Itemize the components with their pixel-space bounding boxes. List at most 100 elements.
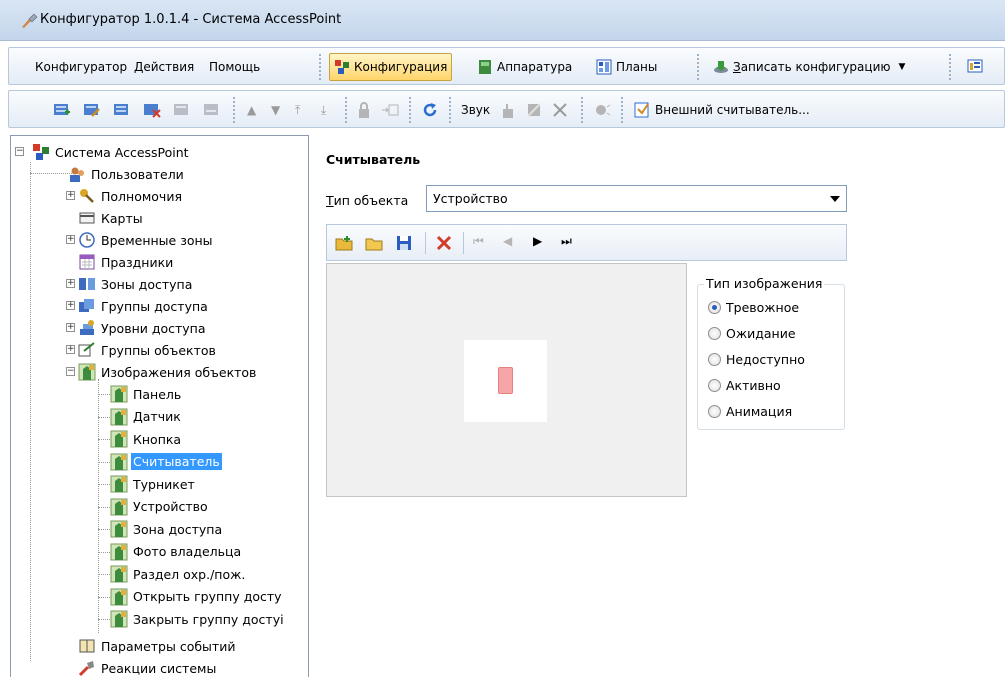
access-zones-icon: [79, 278, 95, 290]
lock-icon: [359, 102, 369, 118]
image-type-group-label: Тип изображения: [704, 276, 825, 291]
radio-button[interactable]: [708, 352, 721, 366]
tree-item-object-image[interactable]: Закрыть группу достуі: [110, 608, 286, 630]
external-reader-button[interactable]: Внешний считыватель...: [655, 103, 810, 117]
chevron-down-icon[interactable]: ▼: [898, 62, 905, 72]
delete-icon[interactable]: [435, 234, 453, 252]
menu-separator: [319, 54, 321, 80]
edit-record-icon[interactable]: [83, 101, 101, 119]
tree-expander[interactable]: +: [66, 345, 75, 354]
tree-connector: [98, 506, 110, 508]
tab-hardware[interactable]: Аппаратура: [473, 53, 576, 81]
reader-image: [498, 367, 513, 394]
menu-actions[interactable]: Действия: [134, 60, 194, 74]
insert-record-icon[interactable]: [113, 101, 131, 119]
tree-item-object-groups[interactable]: Группы объектов: [78, 339, 218, 361]
tree-item-object-image[interactable]: Панель: [110, 383, 183, 405]
tree-item-users[interactable]: Пользователи: [68, 163, 186, 185]
tree-expander[interactable]: +: [66, 323, 75, 332]
last-frame-icon[interactable]: ⏭: [561, 234, 572, 249]
image-type-radio[interactable]: Тревожное: [708, 298, 799, 316]
image-type-radio[interactable]: Активно: [708, 376, 781, 394]
add-folder-icon[interactable]: [335, 234, 353, 252]
tree-expander[interactable]: +: [66, 279, 75, 288]
object-image-icon: [110, 520, 128, 538]
tree-item-object-image[interactable]: Турникет: [110, 473, 197, 495]
info-icon[interactable]: [967, 58, 983, 74]
tree-item-access-levels[interactable]: Уровни доступа: [78, 317, 208, 339]
tree-item-event-params[interactable]: Параметры событий: [78, 635, 237, 657]
radio-button[interactable]: [708, 378, 721, 392]
object-type-value: Устройство: [433, 191, 508, 206]
image-type-radio[interactable]: Недоступно: [708, 350, 805, 368]
previous-frame-icon: ◀: [503, 234, 513, 248]
object-image-icon: [110, 430, 128, 448]
sound-label[interactable]: Звук: [461, 103, 490, 117]
tree-expander[interactable]: −: [15, 147, 24, 156]
add-record-icon[interactable]: [53, 101, 71, 119]
cards-icon: [79, 212, 95, 224]
delete-record-icon[interactable]: [143, 101, 161, 119]
move-down-icon: ▼: [271, 103, 281, 117]
image-preview-area: [326, 263, 687, 497]
object-images-icon: [78, 363, 96, 381]
write-config-button[interactable]: Записать конфигурацию ▼: [709, 53, 909, 81]
object-image-icon: [110, 498, 128, 515]
tree-root[interactable]: Система AccessPoint: [32, 141, 191, 163]
tree-connector: [98, 484, 110, 485]
plans-icon: [596, 59, 612, 75]
menu-help[interactable]: Помощь: [209, 60, 260, 74]
tree-item-object-image[interactable]: Зона доступа: [110, 518, 224, 540]
hand-icon: [503, 104, 513, 118]
tree-item-holidays[interactable]: Праздники: [78, 251, 175, 273]
tree-item-access-groups[interactable]: Группы доступа: [78, 295, 210, 317]
tab-plans[interactable]: Планы: [592, 53, 661, 81]
tree-connector: [98, 619, 110, 620]
tree-item-system-reactions[interactable]: Реакции системы: [78, 657, 218, 677]
radio-button[interactable]: [708, 404, 721, 418]
tree-item-object-image[interactable]: Датчик: [110, 406, 183, 428]
paste-record-icon: [204, 104, 218, 115]
title-bar: Конфигуратор 1.0.1.4 - Система AccessPoi…: [0, 0, 1005, 41]
tree-item-permissions[interactable]: Полномочия: [78, 185, 184, 207]
menu-separator: [697, 54, 699, 80]
tree-item-object-image[interactable]: Устройство: [110, 496, 210, 518]
radio-button[interactable]: [708, 300, 721, 314]
radio-button[interactable]: [708, 326, 721, 340]
play-icon[interactable]: ▶: [533, 234, 542, 248]
chevron-down-icon[interactable]: [830, 196, 840, 202]
menu-configurator[interactable]: Конфигуратор: [35, 60, 127, 74]
object-image-icon: [110, 565, 128, 583]
tree-expander[interactable]: +: [66, 235, 75, 244]
refresh-icon[interactable]: [421, 101, 439, 119]
tree-expander[interactable]: −: [66, 367, 75, 376]
object-groups-icon: [78, 342, 95, 357]
main-menu-bar: Конфигуратор Действия Помощь Конфигураци…: [8, 47, 1005, 85]
tree-item-cards[interactable]: Карты: [78, 207, 145, 229]
open-folder-icon[interactable]: [365, 234, 383, 252]
tree-item-access-zones[interactable]: Зоны доступа: [78, 273, 194, 295]
system-reactions-icon: [78, 661, 94, 677]
tree-expander[interactable]: +: [66, 191, 75, 200]
image-toolbar: ⏮ ◀ ▶ ⏭: [326, 224, 847, 261]
tree-item-object-image[interactable]: Кнопка: [110, 428, 183, 450]
tree-connector: [98, 529, 110, 530]
tree-item-object-image[interactable]: Считыватель: [110, 451, 222, 473]
image-type-group: Тип изображения Тревожное Ожидание Недосту…: [697, 276, 845, 430]
save-icon[interactable]: [395, 234, 413, 252]
tree-connector: [98, 416, 110, 418]
users-icon: [70, 167, 84, 182]
image-type-radio[interactable]: Анимация: [708, 402, 792, 420]
image-type-radio[interactable]: Ожидание: [708, 324, 796, 342]
object-type-select[interactable]: Устройство: [426, 185, 847, 212]
tree-item-object-image[interactable]: Открыть группу досту: [110, 586, 284, 608]
external-reader-icon[interactable]: [633, 101, 651, 119]
configuration-icon: [335, 60, 349, 74]
tree-item-time-zones[interactable]: Временные зоны: [78, 229, 215, 251]
tree-expander[interactable]: +: [66, 301, 75, 310]
tree-item-object-image[interactable]: Фото владельца: [110, 541, 243, 563]
configurator-app-icon: [22, 13, 38, 28]
tab-configuration[interactable]: Конфигурация: [329, 53, 453, 81]
tree-item-object-image[interactable]: Раздел охр./пож.: [110, 563, 247, 585]
tree-item-object-images[interactable]: Изображения объектов: [78, 361, 258, 383]
